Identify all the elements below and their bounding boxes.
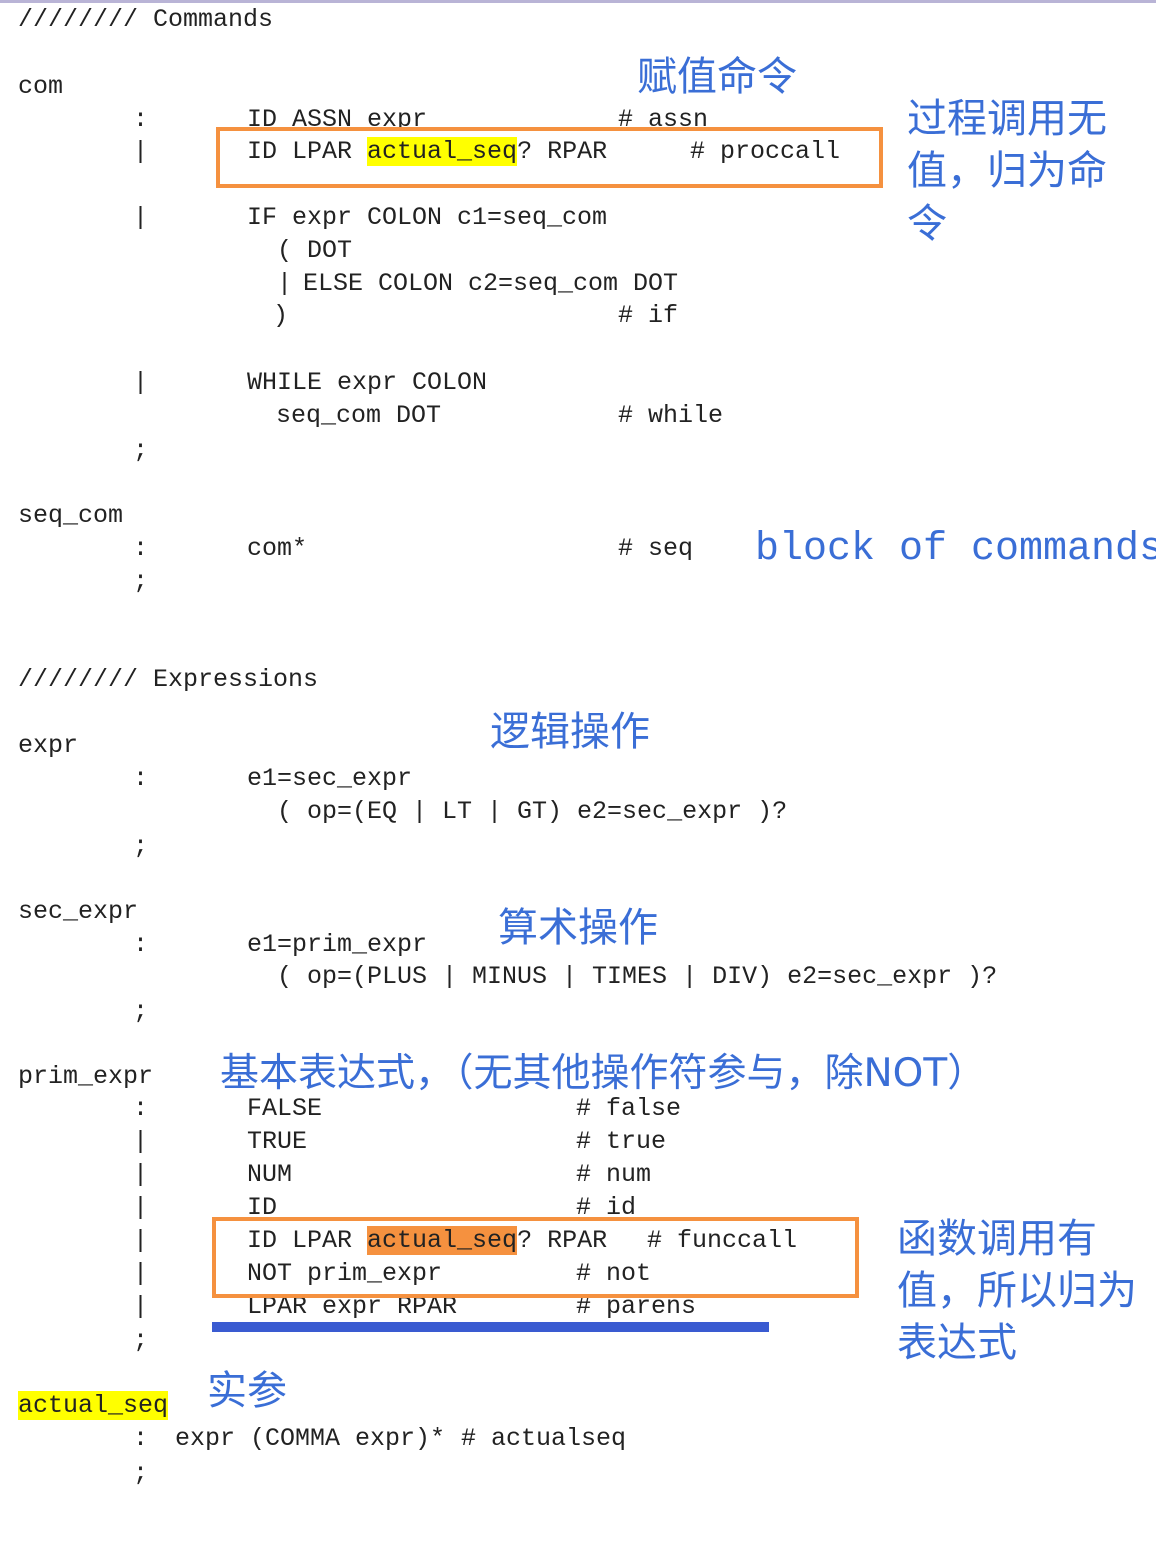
prim-expr-tag-num: # num [576,1160,652,1189]
seq-com-sep-1: : [133,534,149,563]
top-border-line [0,0,1156,3]
prim-expr-end: ; [133,1326,149,1355]
proccall-orange-box [216,127,883,188]
actual-seq-end: ; [133,1459,149,1488]
com-alt-if: IF expr COLON c1=seq_com [247,203,608,232]
annotation-proccall-line3: 令 [907,201,947,247]
annotation-funccall-line1: 函数调用有 [897,1216,1097,1262]
prim-expr-sep-1: : [133,1094,149,1123]
annotation-assign-command: 赋值命令 [637,54,797,100]
prim-expr-alt-num: NUM [247,1160,293,1189]
com-while-body: seq_com DOT [276,401,442,430]
annotation-funccall-line3: 表达式 [897,1320,1017,1366]
expr-end: ; [133,832,149,861]
com-sep-3: | [133,203,149,232]
rule-name-seq-com: seq_com [18,501,124,530]
com-if-dot: ( DOT [277,236,353,265]
sec-expr-end: ; [133,997,149,1026]
annotation-block-of-commands: block of commands [755,527,1156,572]
sec-expr-alt-op: ( op=(PLUS | MINUS | TIMES | DIV) e2=sec… [277,962,998,991]
prim-expr-sep-6: | [133,1259,149,1288]
com-tag-while: # while [618,401,724,430]
expr-alt-first: e1=sec_expr [247,764,413,793]
expressions-section-header: //////// Expressions [18,665,319,694]
com-sep-4: | [133,368,149,397]
annotation-actual-params: 实参 [207,1368,287,1414]
com-sep-2: | [133,137,149,166]
actual-seq-rule-highlight: actual_seq [18,1391,169,1420]
com-if-else: ELSE COLON c2=seq_com DOT [303,269,679,298]
prim-expr-sep-2: | [133,1127,149,1156]
actual-seq-tag: # actualseq [461,1424,627,1453]
annotation-arith-ops: 算术操作 [498,905,658,951]
actual-seq-alt: expr (COMMA expr)* [175,1424,446,1453]
com-if-else-bar: | [277,269,293,298]
prim-expr-tag-true: # true [576,1127,667,1156]
annotation-funccall-line2: 值，所以归为 [897,1268,1137,1314]
com-sep-1: : [133,105,149,134]
rule-name-actual-seq: actual_seq [18,1391,169,1421]
prim-expr-sep-5: | [133,1226,149,1255]
commands-section-header: //////// Commands [18,5,274,34]
expr-alt-op: ( op=(EQ | LT | GT) e2=sec_expr )? [277,797,788,826]
com-end: ; [133,436,149,465]
seq-com-tag: # seq [618,534,694,563]
sec-expr-alt-first: e1=prim_expr [247,930,428,959]
seq-com-end: ; [133,567,149,596]
rule-name-com: com [18,72,64,101]
prim-expr-alt-true: TRUE [247,1127,308,1156]
actual-seq-sep-1: : [133,1424,149,1453]
prim-expr-sep-4: | [133,1193,149,1222]
annotation-proccall-line1: 过程调用无 [907,96,1107,142]
rule-name-sec-expr: sec_expr [18,897,139,926]
seq-com-alt: com* [247,534,308,563]
expr-sep-1: : [133,764,149,793]
prim-expr-sep-7: | [133,1292,149,1321]
annotation-logical-ops: 逻辑操作 [490,709,650,755]
com-if-close: ) [273,301,289,330]
rule-name-prim-expr: prim_expr [18,1062,154,1091]
com-tag-if: # if [618,301,679,330]
com-alt-while: WHILE expr COLON [247,368,488,397]
annotation-prim-expr: 基本表达式，（无其他操作符参与，除NOT） [220,1051,987,1096]
annotation-proccall-line2: 值，归为命 [907,148,1107,194]
funccall-orange-box [212,1217,859,1298]
parens-blue-underline [212,1322,769,1332]
rule-name-expr: expr [18,731,79,760]
sec-expr-sep-1: : [133,930,149,959]
prim-expr-sep-3: | [133,1160,149,1189]
